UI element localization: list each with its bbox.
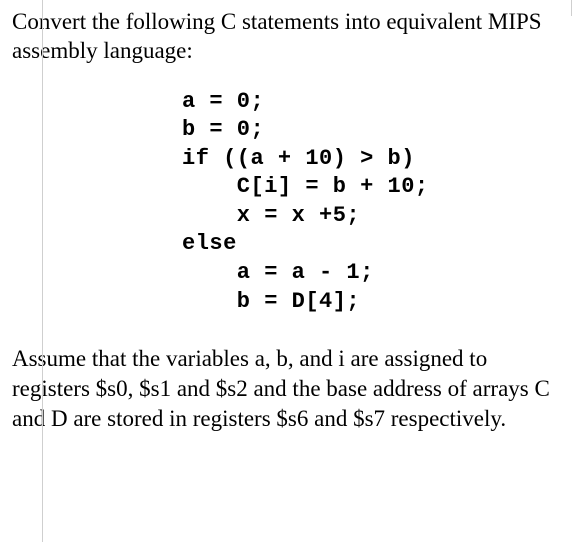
top-margin-mark <box>571 0 572 16</box>
margin-rule <box>42 0 43 542</box>
code-snippet: a = 0; b = 0; if ((a + 10) > b) C[i] = b… <box>182 88 570 317</box>
question-prompt: Convert the following C statements into … <box>12 8 570 66</box>
assumption-text: Assume that the variables a, b, and i ar… <box>12 344 570 434</box>
